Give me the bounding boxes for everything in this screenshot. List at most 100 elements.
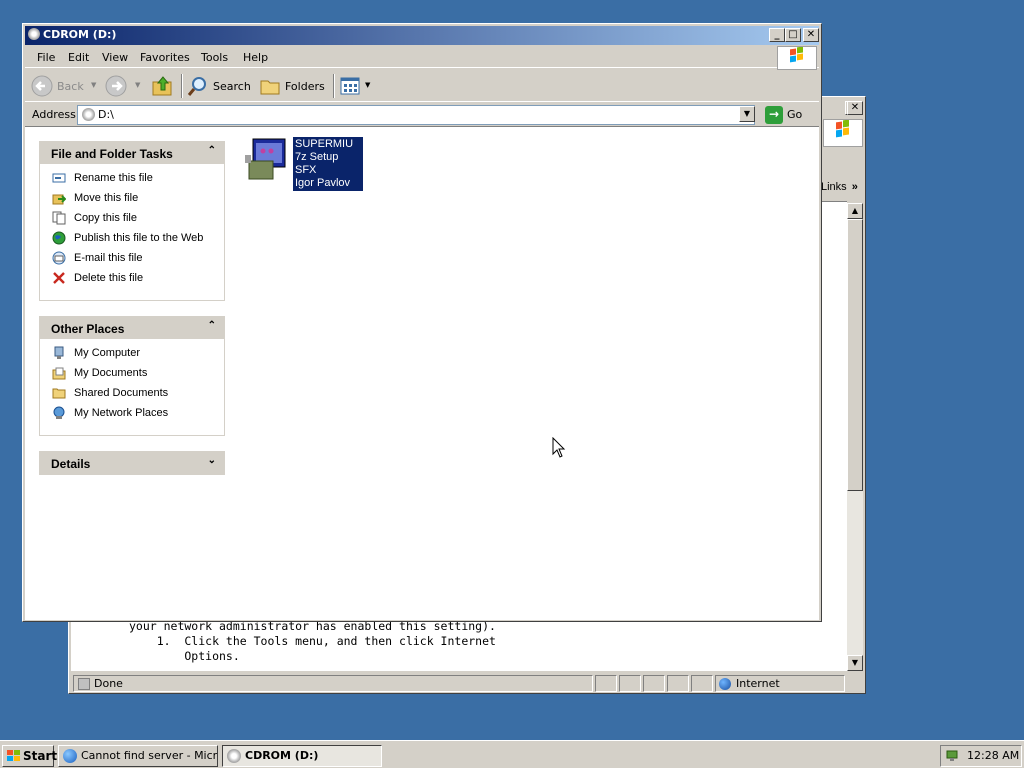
- file-company: Igor Pavlov: [295, 177, 351, 189]
- folders-icon: [260, 80, 280, 95]
- task-email[interactable]: E-mail this file: [40, 248, 224, 268]
- status-pane-5: [667, 675, 689, 692]
- panel-header[interactable]: Other Places ⌃: [40, 317, 224, 339]
- views-button[interactable]: ▼: [339, 74, 373, 98]
- ie-close-button[interactable]: ✕: [847, 101, 863, 115]
- task-label[interactable]: Delete this file: [74, 272, 143, 284]
- collapse-icon[interactable]: ⌃: [208, 320, 216, 331]
- close-button[interactable]: ✕: [803, 28, 819, 42]
- task-label[interactable]: Copy this file: [74, 212, 137, 224]
- scroll-down-arrow-icon[interactable]: ▼: [847, 655, 863, 671]
- up-folder-button[interactable]: [151, 74, 177, 98]
- explorer-window[interactable]: CDROM (D:) _ □ ✕ File Edit View Favorite…: [22, 23, 822, 622]
- window-title: CDROM (D:): [43, 28, 117, 41]
- explorer-body: File and Folder Tasks ⌃ Rename this file…: [25, 126, 819, 620]
- task-delete[interactable]: Delete this file: [40, 268, 224, 288]
- views-icon: [340, 77, 360, 95]
- go-button[interactable]: → Go: [763, 105, 811, 125]
- place-label[interactable]: My Documents: [74, 367, 147, 379]
- scrollbar-thumb[interactable]: [847, 219, 863, 491]
- back-label: Back: [57, 80, 84, 93]
- task-label[interactable]: Move this file: [74, 192, 138, 204]
- explorer-titlebar[interactable]: CDROM (D:) _ □ ✕: [25, 26, 819, 45]
- place-label[interactable]: Shared Documents: [74, 387, 168, 399]
- menu-view[interactable]: View: [102, 51, 128, 64]
- panel-title: Other Places: [51, 322, 125, 336]
- start-button[interactable]: Start: [2, 745, 57, 767]
- up-folder-icon: [152, 76, 172, 96]
- forward-button[interactable]: ▼: [105, 74, 143, 98]
- menu-help[interactable]: Help: [243, 51, 268, 64]
- dropdown-arrow-icon[interactable]: ▼: [135, 81, 140, 89]
- back-arrow-icon: [31, 75, 53, 97]
- zone-pane: Internet: [715, 675, 845, 692]
- cdrom-icon: [28, 28, 40, 40]
- cdrom-icon: [82, 108, 95, 121]
- dropdown-arrow-icon[interactable]: ▼: [91, 81, 96, 89]
- taskbar-ie-button[interactable]: Cannot find server - Micr...: [58, 745, 218, 767]
- page-icon: [78, 678, 90, 690]
- file-type: 7z Setup SFX: [295, 151, 339, 176]
- ie-status-bar: Done Internet: [71, 674, 863, 693]
- maximize-button[interactable]: □: [785, 28, 801, 42]
- menu-bar: File Edit View Favorites Tools Help: [25, 47, 819, 68]
- back-button[interactable]: Back ▼: [31, 74, 103, 98]
- chevron-right-icon[interactable]: »: [852, 181, 858, 193]
- menu-tools[interactable]: Tools: [201, 51, 228, 64]
- ie-icon: [63, 749, 77, 763]
- installer-icon: [245, 138, 286, 180]
- collapse-icon[interactable]: ⌃: [208, 145, 216, 156]
- place-label[interactable]: My Computer: [74, 347, 140, 359]
- place-shared-documents[interactable]: Shared Documents: [40, 383, 224, 403]
- dropdown-arrow-icon[interactable]: ▼: [365, 81, 370, 89]
- network-tray-icon[interactable]: [945, 748, 961, 764]
- file-label[interactable]: SUPERMIU 7z Setup SFX Igor Pavlov: [293, 137, 363, 191]
- panel-header[interactable]: Details ⌄: [40, 452, 224, 474]
- windows-flag-icon: [836, 119, 849, 138]
- task-move[interactable]: Move this file: [40, 188, 224, 208]
- place-my-documents[interactable]: My Documents: [40, 363, 224, 383]
- toolbar-separator: [181, 74, 183, 98]
- menu-edit[interactable]: Edit: [68, 51, 89, 64]
- place-label[interactable]: My Network Places: [74, 407, 168, 419]
- body-line: 1. Click the Tools menu, and then click …: [129, 634, 496, 648]
- status-text: Done: [94, 677, 123, 690]
- menu-favorites[interactable]: Favorites: [140, 51, 190, 64]
- file-item[interactable]: SUPERMIU 7z Setup SFX Igor Pavlov: [243, 137, 363, 191]
- email-icon: [52, 251, 66, 265]
- taskbar-cdrom-button[interactable]: CDROM (D:): [222, 745, 382, 767]
- place-my-network[interactable]: My Network Places: [40, 403, 224, 423]
- mouse-pointer-icon: [552, 437, 566, 458]
- status-pane-3: [619, 675, 641, 692]
- task-label: Cannot find server - Micr...: [81, 749, 218, 762]
- task-rename[interactable]: Rename this file: [40, 168, 224, 188]
- task-copy[interactable]: Copy this file: [40, 208, 224, 228]
- menu-file[interactable]: File: [37, 51, 55, 64]
- status-pane-2: [595, 675, 617, 692]
- status-pane: Done: [73, 675, 593, 692]
- documents-icon: [52, 367, 66, 380]
- scroll-up-arrow-icon[interactable]: ▲: [847, 203, 863, 219]
- minimize-button[interactable]: _: [769, 28, 785, 42]
- links-label[interactable]: Links: [821, 181, 847, 193]
- place-my-computer[interactable]: My Computer: [40, 343, 224, 363]
- panel-header[interactable]: File and Folder Tasks ⌃: [40, 142, 224, 164]
- task-label[interactable]: Publish this file to the Web: [74, 232, 203, 244]
- clock[interactable]: 12:28 AM: [967, 749, 1019, 762]
- system-tray: 12:28 AM: [940, 745, 1022, 767]
- task-publish[interactable]: Publish this file to the Web: [40, 228, 224, 248]
- task-label[interactable]: Rename this file: [74, 172, 153, 184]
- address-bar: Address D:\ ▼ → Go: [25, 104, 819, 126]
- address-input[interactable]: D:\: [77, 105, 755, 125]
- expand-icon[interactable]: ⌄: [208, 455, 216, 466]
- address-dropdown-icon[interactable]: ▼: [739, 106, 755, 122]
- ie-vertical-scrollbar[interactable]: ▲ ▼: [847, 203, 863, 671]
- task-label[interactable]: E-mail this file: [74, 252, 142, 264]
- details-panel: Details ⌄: [39, 451, 225, 475]
- ie-links-toolbar[interactable]: Links »: [821, 177, 865, 199]
- search-button[interactable]: Search: [187, 74, 253, 98]
- address-value[interactable]: D:\: [98, 108, 114, 121]
- folders-button[interactable]: Folders: [259, 74, 329, 98]
- folder-icon: [52, 388, 66, 399]
- folders-label: Folders: [285, 80, 325, 93]
